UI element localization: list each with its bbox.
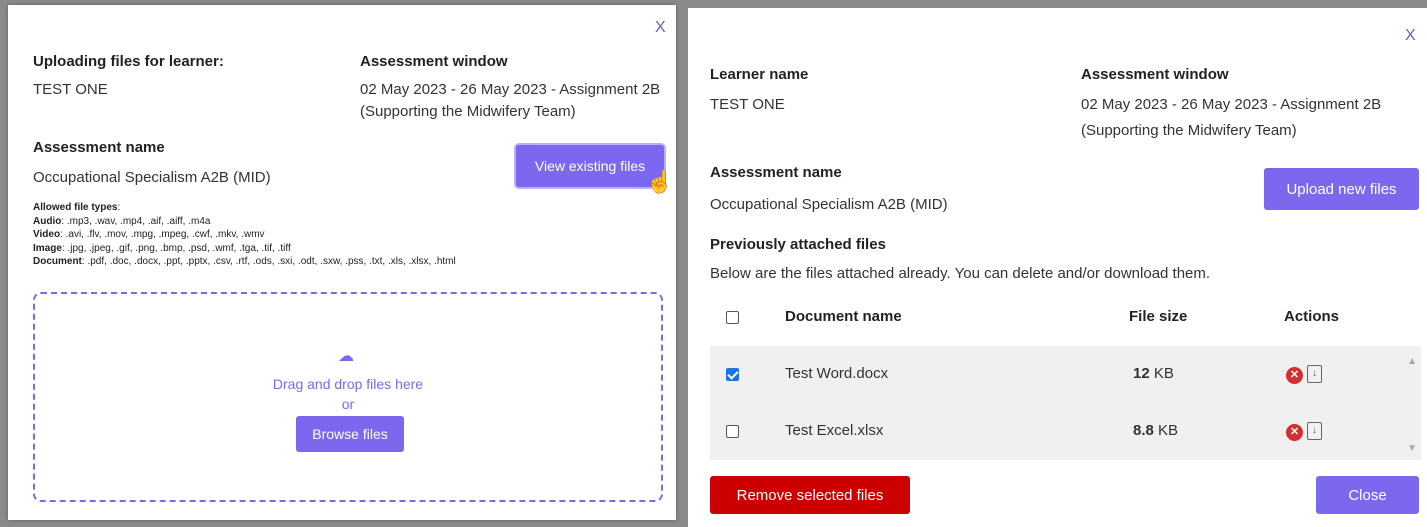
assessment-name-label: Assessment name: [710, 164, 842, 181]
scroll-up-icon[interactable]: ▲: [1407, 356, 1417, 367]
file-name: Test Excel.xlsx: [785, 422, 884, 439]
assessment-window-value: 02 May 2023 - 26 May 2023 - Assignment 2…: [1081, 96, 1382, 139]
column-file-size: File size: [1129, 308, 1188, 325]
download-icon[interactable]: ↓: [1307, 365, 1322, 383]
column-document-name: Document name: [785, 308, 902, 325]
drop-text: Drag and drop files here: [272, 376, 424, 392]
file-name: Test Word.docx: [785, 365, 889, 382]
scroll-down-icon[interactable]: ▼: [1407, 443, 1417, 454]
file-size-unit: KB: [1153, 365, 1174, 382]
hand-pointer-icon: ☝: [646, 169, 674, 194]
table-header: Document name File size Actions: [710, 306, 1421, 336]
file-size-number: 8.8: [1133, 422, 1154, 439]
delete-icon[interactable]: ✕: [1286, 367, 1303, 384]
upload-new-files-button[interactable]: Upload new files: [1264, 168, 1419, 210]
learner-label: Learner name: [710, 66, 809, 83]
close-button[interactable]: Close: [1316, 476, 1419, 514]
table-row: Test Word.docx 12 KB ✕ ↓: [710, 346, 1421, 403]
row-checkbox[interactable]: [726, 425, 739, 438]
previous-files-description: Below are the files attached already. Yo…: [710, 265, 1211, 282]
learner-name: TEST ONE: [33, 81, 108, 98]
type-value-document: .pdf, .doc, .docx, .ppt, .pptx, .csv, .r…: [87, 256, 456, 267]
remove-selected-files-button[interactable]: Remove selected files: [710, 476, 910, 514]
learner-name: TEST ONE: [710, 96, 785, 113]
view-existing-files-button[interactable]: View existing files: [516, 145, 664, 187]
type-label-document: Document: [33, 256, 82, 267]
assessment-name-value: Occupational Specialism A2B (MID): [710, 196, 948, 213]
column-actions: Actions: [1284, 308, 1340, 325]
table-row: Test Excel.xlsx 8.8 KB ✕ ↓: [710, 403, 1421, 460]
download-icon[interactable]: ↓: [1307, 422, 1322, 440]
upload-dialog: X Uploading files for learner: TEST ONE …: [8, 5, 676, 520]
delete-icon[interactable]: ✕: [1286, 424, 1303, 441]
or-text: or: [341, 396, 355, 412]
select-all-checkbox[interactable]: [726, 311, 739, 324]
type-label-audio: Audio: [33, 215, 62, 227]
close-icon[interactable]: X: [1405, 27, 1416, 45]
allowed-types-title: Allowed file types: [33, 202, 118, 213]
file-dropzone[interactable]: ☁ Drag and drop files here or Browse fil…: [33, 292, 663, 502]
file-size-number: 12: [1133, 365, 1150, 382]
assessment-window-label: Assessment window: [360, 53, 508, 70]
files-table-body[interactable]: Test Word.docx 12 KB ✕ ↓ Test Excel.xlsx…: [710, 346, 1421, 460]
assessment-window-value: 02 May 2023 - 26 May 2023 - Assignment 2…: [360, 81, 661, 120]
file-size: 8.8 KB: [1133, 422, 1178, 439]
type-label-video: Video: [33, 229, 61, 240]
browse-files-button[interactable]: Browse files: [296, 416, 404, 452]
learner-label: Uploading files for learner:: [33, 53, 224, 70]
file-size: 12 KB: [1133, 365, 1174, 382]
upload-cloud-icon: ☁: [338, 348, 354, 365]
type-value-video: .avi, .flv, .mov, .mpg, .mpeg, .cwf, .mk…: [65, 229, 265, 240]
row-checkbox[interactable]: [726, 368, 739, 381]
previous-files-label: Previously attached files: [710, 236, 886, 253]
assessment-name-label: Assessment name: [33, 139, 165, 156]
type-label-image: Image: [33, 242, 62, 254]
assessment-name-value: Occupational Specialism A2B (MID): [33, 169, 271, 186]
existing-files-dialog: X Learner name TEST ONE Assessment windo…: [688, 8, 1427, 527]
file-size-unit: KB: [1158, 422, 1179, 439]
allowed-file-types: Allowed file types: Audio: .mp3, .wav, .…: [33, 202, 456, 267]
type-value-image: .jpg, .jpeg, .gif, .png, .bmp, .psd, .wm…: [67, 242, 291, 254]
close-icon[interactable]: X: [655, 19, 666, 37]
assessment-window-label: Assessment window: [1081, 66, 1229, 83]
type-value-audio: .mp3, .wav, .mp4, .aif, .aiff, .m4a: [66, 215, 211, 227]
